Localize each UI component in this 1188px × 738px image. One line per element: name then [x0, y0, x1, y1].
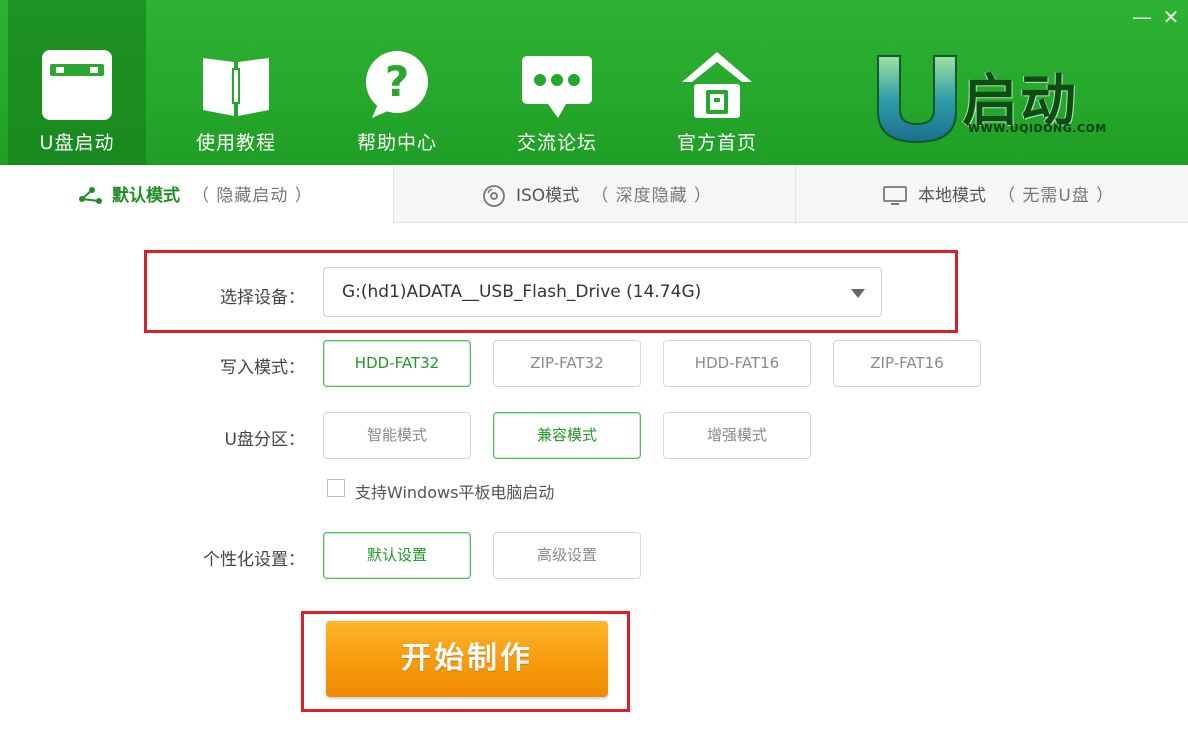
brand-logo: U 启动 WWW.UQIDONG.COM [870, 50, 1130, 144]
book-icon [203, 58, 269, 116]
monitor-icon [883, 186, 907, 205]
nav-label: 使用教程 [195, 132, 276, 154]
top-navigation-bar: — ✕ U盘启动 使用教程 ? 帮助中心 交流论坛 官方首页 启动 WWW.UQ… [0, 0, 1188, 165]
nav-usb-boot[interactable]: U盘启动 [8, 0, 146, 165]
usb-drive-icon [42, 50, 112, 120]
nav-label: 帮助中心 [356, 132, 437, 154]
tablet-boot-checkbox[interactable] [327, 479, 345, 497]
share-nodes-icon [79, 187, 102, 204]
tab-title: 默认模式 [112, 186, 180, 206]
write-mode-label: 写入模式： [220, 358, 305, 378]
partition-enhanced-mode[interactable]: 增强模式 [663, 412, 811, 459]
minimize-icon[interactable]: — [1131, 6, 1153, 28]
device-select[interactable]: G:(hd1)ADATA__USB_Flash_Drive (14.74G) [323, 267, 882, 317]
device-label: 选择设备： [220, 288, 305, 308]
tablet-boot-label: 支持Windows平板电脑启动 [355, 483, 555, 502]
nav-official-home[interactable]: 官方首页 [648, 0, 786, 165]
svg-text:?: ? [385, 57, 409, 106]
tab-subtitle: （ 深度隐藏 ） [591, 186, 712, 206]
tab-iso-mode[interactable]: ISO模式 （ 深度隐藏 ） [393, 165, 796, 223]
chat-bubble-icon [522, 56, 592, 118]
start-make-button[interactable]: 开始制作 [326, 621, 608, 697]
tab-local-mode[interactable]: 本地模式 （ 无需U盘 ） [795, 165, 1188, 223]
personalize-label: 个性化设置： [203, 550, 305, 570]
nav-label: U盘启动 [39, 132, 115, 154]
nav-label: 官方首页 [676, 132, 757, 154]
mode-tabs: 默认模式 （ 隐藏启动 ） ISO模式 （ 深度隐藏 ） 本地模式 （ 无需U盘 ） [0, 165, 1188, 223]
disc-icon [483, 185, 505, 207]
brand-url: WWW.UQIDONG.COM [968, 122, 1107, 135]
tab-default-mode[interactable]: 默认模式 （ 隐藏启动 ） [0, 165, 392, 223]
brand-u-logo-icon: U [877, 55, 957, 144]
app-window: — ✕ U盘启动 使用教程 ? 帮助中心 交流论坛 官方首页 启动 WWW.UQ… [0, 0, 1188, 738]
partition-smart-mode[interactable]: 智能模式 [323, 412, 471, 459]
nav-help-center[interactable]: ? 帮助中心 [328, 0, 466, 165]
partition-compatible-mode[interactable]: 兼容模式 [493, 412, 641, 459]
write-mode-hdd-fat32[interactable]: HDD-FAT32 [323, 340, 471, 387]
partition-label: U盘分区： [224, 430, 305, 450]
nav-label: 交流论坛 [516, 132, 597, 154]
tab-subtitle: （ 隐藏启动 ） [192, 186, 313, 206]
home-icon [682, 52, 752, 118]
chevron-down-icon [851, 289, 865, 298]
personalize-advanced[interactable]: 高级设置 [493, 532, 641, 579]
nav-forum[interactable]: 交流论坛 [488, 0, 626, 165]
tab-subtitle: （ 无需U盘 ） [998, 186, 1115, 206]
tab-title: 本地模式 [918, 186, 986, 206]
write-mode-zip-fat16[interactable]: ZIP-FAT16 [833, 340, 981, 387]
device-select-value: G:(hd1)ADATA__USB_Flash_Drive (14.74G) [342, 282, 702, 302]
close-icon[interactable]: ✕ [1160, 6, 1182, 28]
write-mode-hdd-fat16[interactable]: HDD-FAT16 [663, 340, 811, 387]
write-mode-zip-fat32[interactable]: ZIP-FAT32 [493, 340, 641, 387]
question-bubble-icon: ? [366, 51, 428, 118]
tab-title: ISO模式 [516, 186, 580, 206]
personalize-default[interactable]: 默认设置 [323, 532, 471, 579]
nav-tutorial[interactable]: 使用教程 [167, 0, 305, 165]
